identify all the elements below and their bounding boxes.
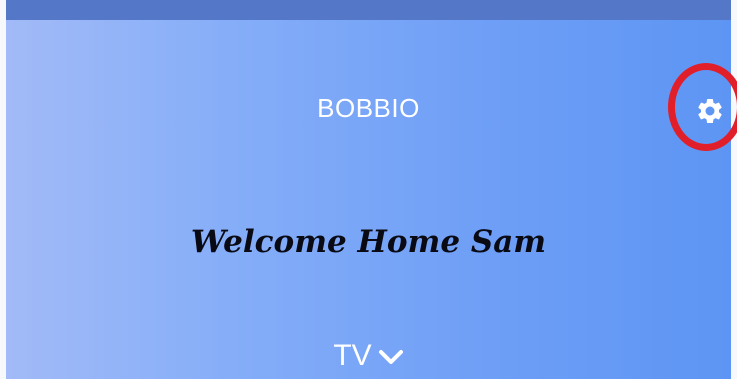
app-title: BOBBIO bbox=[317, 93, 420, 123]
app-screen: BOBBIO Welcome Home Sam TV bbox=[0, 0, 737, 379]
gear-icon bbox=[698, 98, 722, 123]
room-selector-dropdown[interactable]: TV bbox=[6, 339, 731, 373]
settings-button[interactable] bbox=[668, 63, 737, 151]
hero-panel: BOBBIO Welcome Home Sam TV bbox=[6, 20, 737, 379]
chevron-down-icon bbox=[378, 350, 403, 364]
room-selector-value: TV bbox=[333, 339, 372, 372]
welcome-heading: Welcome Home Sam bbox=[190, 224, 547, 260]
top-bar bbox=[6, 0, 731, 20]
